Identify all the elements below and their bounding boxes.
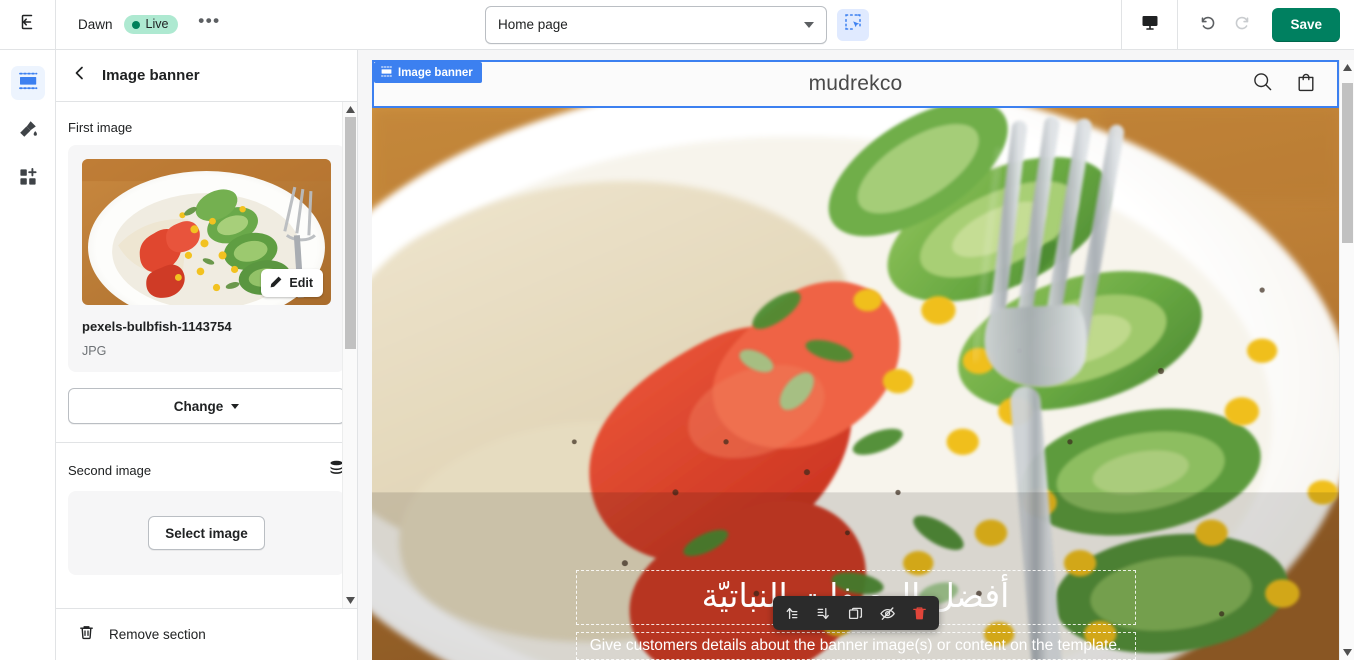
theme-info: Dawn Live •••: [56, 11, 223, 39]
trash-icon: [78, 624, 95, 646]
store-header-actions: [1252, 71, 1317, 98]
second-image-picker: Select image: [68, 491, 345, 575]
delete-icon[interactable]: [905, 599, 935, 627]
page-selector[interactable]: Home page: [485, 5, 827, 44]
editor-body: Image banner First image Edit pexels-bul…: [0, 50, 1354, 660]
search-icon[interactable]: [1252, 71, 1273, 97]
left-rail: [0, 50, 56, 660]
preview-scrollbar[interactable]: [1339, 60, 1354, 660]
section-icon: [381, 65, 392, 80]
status-badge: Live: [123, 15, 179, 34]
section-badge[interactable]: Image banner: [374, 62, 482, 83]
undo-button[interactable]: [1192, 10, 1222, 40]
status-dot-icon: [131, 20, 140, 29]
pencil-icon: [269, 275, 283, 292]
image-file-name: pexels-bulbfish-1143754: [82, 319, 232, 334]
chevron-left-icon: [72, 65, 88, 86]
sidebar-content: First image Edit pexels-bulbfish-1143754…: [56, 102, 357, 608]
status-badge-label: Live: [145, 17, 169, 32]
rail-item-theme-settings[interactable]: [11, 114, 45, 148]
shopping-bag-icon[interactable]: [1295, 71, 1317, 98]
sections-icon: [17, 70, 39, 97]
store-header: mudrekco: [372, 60, 1339, 108]
exit-arrow-icon: [18, 12, 38, 37]
preview-scroll-down-arrow-icon[interactable]: [1340, 645, 1354, 660]
save-button[interactable]: Save: [1272, 7, 1340, 42]
preview-pane: mudrekco Image banner أفضل النباتيّة Giv…: [358, 50, 1354, 660]
move-up-icon[interactable]: [777, 599, 807, 627]
exit-editor-button[interactable]: [0, 0, 56, 49]
sidebar-divider: [56, 442, 357, 443]
sidebar-header: Image banner: [56, 50, 357, 102]
hide-icon[interactable]: [873, 599, 903, 627]
remove-section-label: Remove section: [109, 627, 206, 642]
rail-item-apps[interactable]: [11, 162, 45, 196]
history-controls: [1177, 0, 1272, 49]
paintbrush-icon: [17, 118, 39, 145]
edit-image-label: Edit: [289, 276, 313, 290]
theme-editor: Dawn Live ••• Home page Save Image banne…: [0, 0, 1354, 660]
image-banner-section[interactable]: أفضل الوصفات النباتيّة Give customers de…: [372, 108, 1339, 660]
sidebar-scroll-thumb[interactable]: [344, 117, 356, 349]
inspect-mode-button[interactable]: [837, 8, 869, 41]
select-area-icon: [844, 13, 862, 36]
duplicate-icon[interactable]: [841, 599, 871, 627]
redo-button[interactable]: [1228, 10, 1258, 40]
edit-image-button[interactable]: Edit: [261, 269, 323, 297]
rail-item-sections[interactable]: [10, 66, 45, 100]
preview-scroll-track[interactable]: [1340, 75, 1354, 645]
sidebar-scroll-track[interactable]: [343, 117, 358, 593]
top-bar: Dawn Live ••• Home page Save: [0, 0, 1354, 50]
banner-subheading: Give customers details about the banner …: [589, 636, 1122, 654]
second-image-row: Second image: [68, 459, 345, 481]
app-blocks-icon: [17, 166, 39, 193]
undo-icon: [1197, 12, 1217, 37]
top-bar-right: Save: [1121, 0, 1354, 49]
first-image-thumbnail[interactable]: Edit: [82, 159, 331, 305]
chevron-down-icon: [804, 21, 814, 28]
theme-name: Dawn: [78, 17, 113, 32]
page-selector-value: Home page: [498, 17, 568, 32]
second-image-label: Second image: [68, 462, 152, 478]
next-setting-peek: [68, 593, 345, 603]
remove-section-button[interactable]: Remove section: [56, 608, 357, 660]
device-preview-button[interactable]: [1121, 0, 1177, 49]
chevron-down-icon: [231, 403, 240, 409]
section-badge-label: Image banner: [398, 66, 473, 79]
scroll-down-arrow-icon[interactable]: [343, 593, 358, 608]
settings-sidebar: Image banner First image Edit pexels-bul…: [56, 50, 358, 660]
first-image-label: First image: [68, 120, 133, 135]
change-image-button[interactable]: Change: [68, 388, 345, 424]
preview-scroll-thumb[interactable]: [1341, 83, 1353, 243]
storefront-preview: mudrekco Image banner أفضل النباتيّة Giv…: [372, 60, 1339, 660]
scroll-up-arrow-icon[interactable]: [343, 102, 358, 117]
store-logo[interactable]: mudrekco: [372, 72, 1339, 96]
move-down-icon[interactable]: [809, 599, 839, 627]
first-image-card: Edit pexels-bulbfish-1143754 JPG: [68, 145, 345, 372]
sidebar-scrollbar[interactable]: [342, 102, 357, 608]
select-image-button[interactable]: Select image: [148, 516, 265, 550]
image-file-type: JPG: [82, 344, 107, 358]
preview-scroll-up-arrow-icon[interactable]: [1340, 60, 1354, 75]
redo-icon: [1233, 12, 1253, 37]
page-title: Image banner: [102, 67, 200, 84]
more-options-button[interactable]: •••: [195, 11, 223, 39]
change-image-label: Change: [173, 398, 224, 414]
section-float-toolbar: [772, 596, 939, 630]
banner-subheading-box[interactable]: Give customers details about the banner …: [575, 631, 1136, 660]
sidebar-scroll-area: First image Edit pexels-bulbfish-1143754…: [56, 102, 357, 608]
desktop-icon: [1140, 12, 1160, 37]
back-button[interactable]: [72, 65, 88, 86]
